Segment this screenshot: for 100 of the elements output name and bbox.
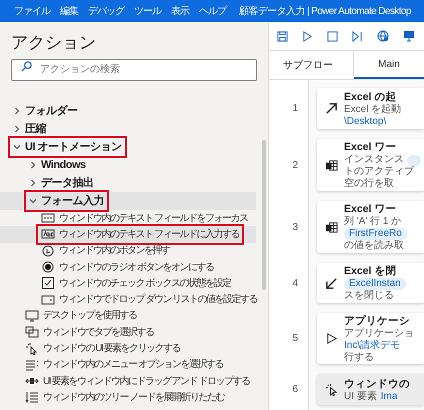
tree-row[interactable]: ウィンドウでタブを選択する — [0, 324, 256, 340]
variable-tag: FirstFreeRo — [344, 228, 407, 240]
action-card[interactable]: Excel ワー インスタンス トのアクティブ 空の行を取 — [317, 139, 424, 191]
menu-item[interactable]: ヘルプ — [199, 4, 226, 18]
search-field[interactable]: アクションの検索 — [11, 58, 257, 80]
step-description: トのアクティブ — [344, 166, 415, 178]
globe-icon[interactable] — [377, 30, 389, 42]
step-description: 列 'A' 行 1 か — [344, 216, 402, 228]
step-description: アプリケーショ — [344, 328, 414, 340]
tree-row[interactable]: ウィンドウのラジオ ボタンをオンにする — [0, 258, 256, 276]
text-field-icon — [41, 212, 55, 224]
tree-row[interactable]: ウィンドウ内のテキスト フィールドをフォーカス — [0, 210, 256, 226]
line-number: 3 — [292, 220, 298, 234]
tree-item-label: ウィンドウのラジオ ボタンをオンにする — [38, 258, 216, 276]
step-description: の値を読み取 — [344, 240, 405, 252]
line-number: 2 — [292, 158, 298, 172]
play-icon[interactable] — [302, 30, 313, 42]
step-description: インスタンス — [344, 154, 404, 166]
step-forward-icon[interactable] — [352, 30, 363, 42]
variable-tag: ExcelInstan — [344, 278, 406, 290]
step-description: 行する — [344, 352, 375, 364]
window-title: 顧客データ入力 | Power Automate Desktop — [239, 4, 411, 18]
step-title: Excel ワー — [344, 202, 398, 216]
text-input-icon — [41, 228, 55, 240]
scrollbar-thumb[interactable] — [262, 140, 266, 290]
step-title: Excel ワー — [344, 140, 398, 154]
step-title: Excel の起 — [344, 90, 398, 104]
flow-tab[interactable]: サブフロー — [269, 51, 354, 79]
tree-item-label: Windows — [26, 156, 89, 174]
tree-item-label: ウィンドウ内のツリー ノードを展開/折りたたむ — [22, 388, 228, 406]
tree-item-label: ウィンドウでタブを選択する — [22, 324, 156, 341]
tree-item-label: 圧縮 — [10, 120, 49, 138]
tabs-icon — [25, 326, 39, 338]
step-description: Excel を起動 — [344, 104, 402, 116]
action-card[interactable]: Excel ワー 列 'A' 行 1 か FirstFreeRo の値を読み取 — [317, 201, 424, 253]
step-link-text: \Desktop\ — [344, 116, 388, 128]
tree-row[interactable]: ウィンドウのチェック ボックスの状態を設定 — [0, 275, 256, 292]
menu-lines-icon — [25, 358, 39, 371]
chevron-icon — [29, 161, 37, 169]
tree-item-label: フォーム入力 — [26, 192, 107, 210]
tree-row[interactable]: ウィンドウの UI 要素をクリックする — [0, 340, 256, 357]
step-description: 空の行を取 — [344, 178, 395, 190]
step-description: スを閉じる — [344, 290, 395, 302]
action-card[interactable]: ウィンドウの UI 要素 Ima — [317, 374, 424, 405]
tree-item-label: UI オートメーション — [10, 138, 125, 156]
pointer-click-icon — [25, 342, 39, 355]
action-card[interactable]: Excel を閉 ExcelInstan スを閉じる — [317, 263, 424, 303]
line-number: 1 — [292, 102, 298, 116]
dropdown-icon — [41, 294, 55, 306]
play-icon — [325, 332, 338, 345]
tree-row[interactable]: ウィンドウ内のメニュー オプションを選択する — [0, 356, 256, 373]
tree-row[interactable]: フォルダー — [0, 102, 256, 120]
menu-item[interactable]: ツール — [134, 4, 161, 18]
tree-item-label: ウィンドウ内のボタンを押す — [38, 242, 172, 260]
radio-button-icon — [41, 261, 55, 274]
chevron-icon — [29, 179, 37, 187]
step-link-text: Ima — [380, 390, 398, 402]
tree-row[interactable]: UI オートメーション — [0, 138, 256, 156]
tree-row[interactable]: ウィンドウ内のツリー ノードを展開/折りたたむ — [0, 389, 256, 406]
line-number: 5 — [292, 332, 298, 346]
tree-row[interactable]: ウィンドウ内のボタンを押す — [0, 242, 256, 259]
arrow-down-left-icon — [325, 276, 338, 290]
panel-title: アクション — [10, 32, 97, 54]
tree-row[interactable]: データ抽出 — [0, 174, 256, 192]
arrow-up-right-icon — [325, 102, 338, 115]
save-icon[interactable] — [277, 30, 288, 42]
action-card[interactable]: Excel の起 Excel を起動 \Desktop\ — [317, 88, 424, 129]
monitor-icon — [25, 310, 39, 322]
spreadsheet-icon — [325, 158, 338, 172]
line-number: 4 — [292, 276, 298, 290]
tree-row[interactable]: 圧縮 — [0, 120, 256, 138]
search-icon — [21, 61, 32, 72]
step-title: アプリケーシ — [344, 314, 411, 328]
chevron-icon — [13, 143, 21, 151]
chevron-icon — [29, 197, 37, 205]
tree-row[interactable]: ウィンドウ内のテキスト フィールドに入力する — [0, 226, 256, 243]
tree-row[interactable]: フォーム入力 — [0, 192, 256, 210]
stop-icon[interactable] — [327, 30, 338, 42]
step-title: ウィンドウの — [344, 376, 410, 390]
pointer-click-icon — [325, 383, 338, 396]
tree-item-label: ウィンドウ内のメニュー オプションを選択する — [22, 356, 226, 374]
chevron-icon — [13, 125, 21, 133]
chevron-icon — [13, 107, 21, 115]
tree-row[interactable]: デスクトップを使用する — [0, 308, 256, 324]
tree-row[interactable]: Windows — [0, 156, 256, 174]
action-card[interactable]: アプリケーシ アプリケーショ Inc\請求デモ 行する — [317, 313, 424, 364]
tree-item-label: ウィンドウ内のテキスト フィールドをフォーカス — [38, 210, 250, 227]
menu-item[interactable]: ファイル — [14, 4, 50, 18]
menu-item[interactable]: 編集 — [60, 4, 78, 18]
monitor-icon[interactable] — [403, 30, 415, 42]
step-description: UI 要素 — [344, 390, 377, 402]
tree-lines-icon — [25, 391, 39, 404]
tree-item-label: ウィンドウのチェック ボックスの状態を設定 — [38, 274, 234, 292]
tree-item-label: ウィンドウ内のテキスト フィールドに入力する — [38, 226, 242, 243]
variable-tag — [407, 154, 421, 166]
menu-item[interactable]: デバッグ — [88, 4, 124, 18]
step-title: Excel を閉 — [344, 264, 398, 278]
spreadsheet-icon — [325, 220, 338, 234]
menu-item[interactable]: 表示 — [171, 4, 189, 18]
tree-item-label: フォルダー — [10, 102, 80, 120]
